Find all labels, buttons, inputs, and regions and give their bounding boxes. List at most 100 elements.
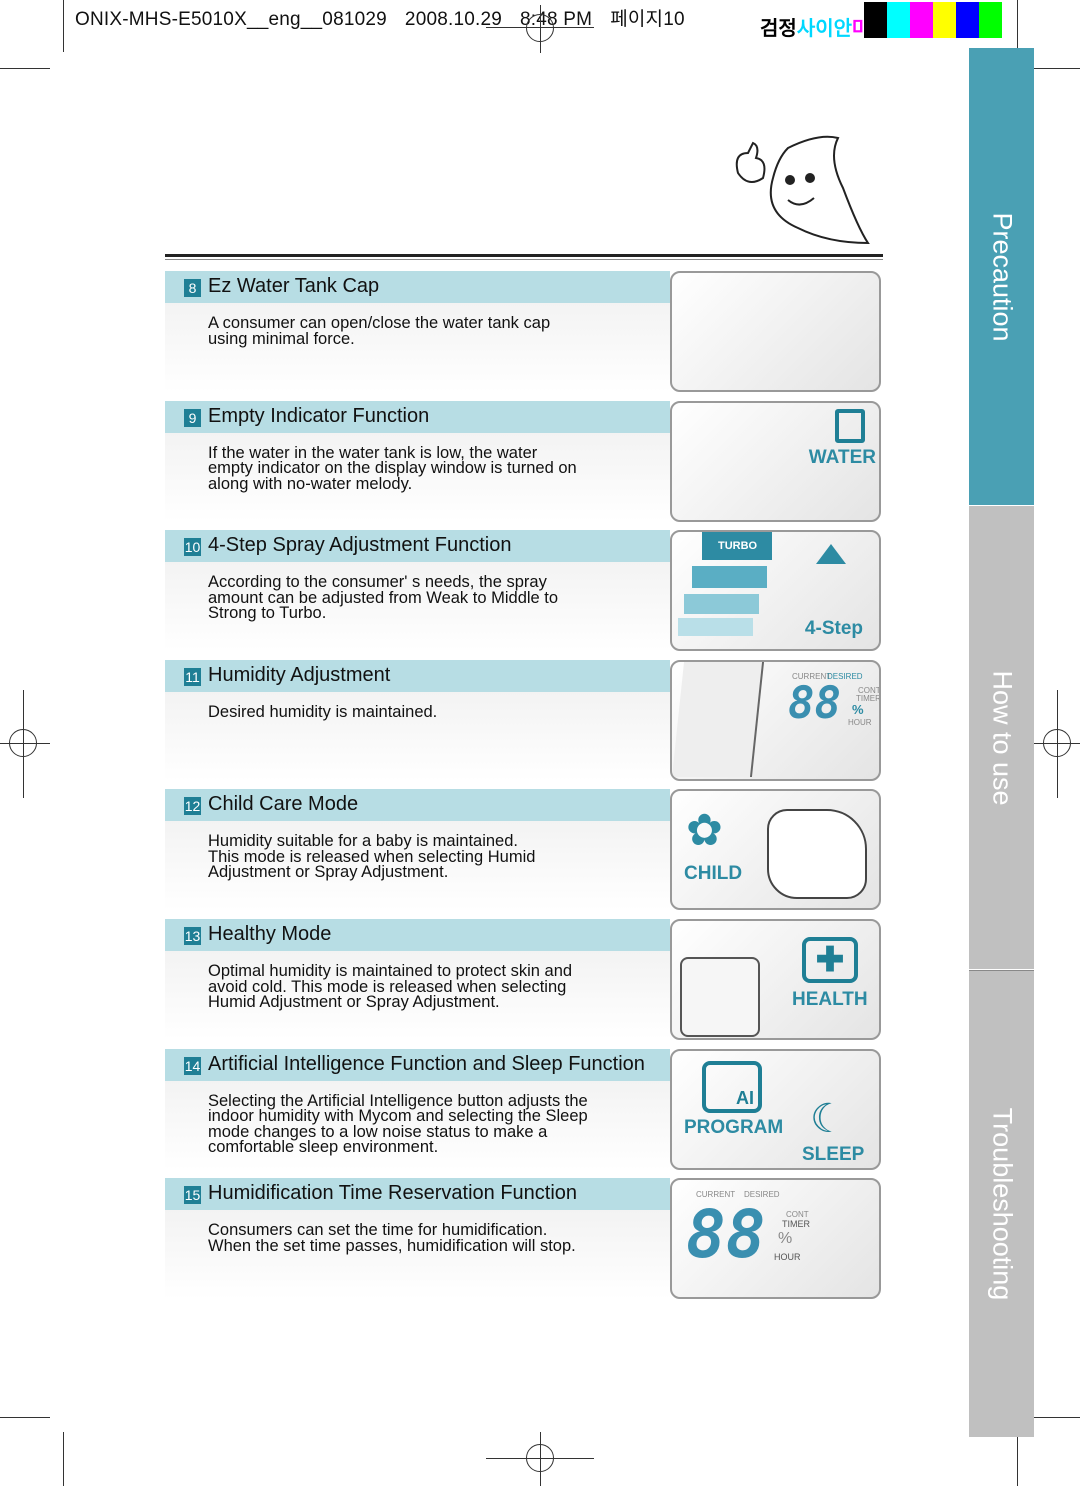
section-title: Humidification Time Reservation Function	[208, 1182, 578, 1205]
image-label: WATER	[808, 446, 876, 468]
header-rule	[165, 254, 883, 257]
crop-mark	[1030, 68, 1080, 69]
program-sleep-illustration: AI PROGRAM SLEEP ☾	[670, 1048, 881, 1170]
timer-display-illustration: CURRENT DESIRED 88 CONT TIMER% HOUR	[670, 1178, 881, 1300]
section-title: Humidity Adjustment	[208, 663, 391, 686]
control-panel-icon	[672, 661, 765, 777]
image-label: TURBO	[718, 540, 758, 553]
color-bar	[910, 2, 933, 38]
print-header: ONIX-MHS-E5010X__eng__081029 2008.10.29 8:…	[75, 4, 703, 31]
section-header: 12 Child Care Mode	[165, 789, 670, 822]
feature-section: 12 Child Care Mode Humidity suitable for a…	[165, 789, 881, 911]
description-line: Strong to Turbo.	[208, 604, 327, 623]
crop-mark	[0, 1417, 50, 1418]
image-label: HOUR	[848, 717, 872, 727]
section-description: Selecting the Artificial Intelligence bu…	[208, 1093, 658, 1157]
section-number-badge: 11	[184, 667, 201, 686]
description-line: comfortable sleep environment.	[208, 1138, 439, 1157]
tab-troubleshooting[interactable]: Troubleshooting	[969, 970, 1034, 1437]
image-label: CHILD	[684, 863, 743, 885]
section-title: Healthy Mode	[208, 923, 332, 945]
section-description: Desired humidity is maintained.	[208, 702, 658, 721]
description-line: Desired humidity is maintained.	[208, 702, 438, 721]
feature-section: 14 Artificial Intelligence Function and S…	[165, 1048, 881, 1170]
arrow-up-icon	[816, 544, 846, 565]
description-line: Humid Adjustment or Spray Adjustment.	[208, 993, 500, 1011]
section-header: 8 Ez Water Tank Cap	[165, 271, 670, 303]
tab-how-to-use[interactable]: How to use	[969, 506, 1034, 969]
section-body: Desired humidity is maintained.	[165, 691, 670, 781]
registration-mark	[526, 1444, 554, 1472]
section-number-badge: 9	[184, 408, 201, 427]
section-header: 11 Humidity Adjustment	[165, 659, 670, 692]
section-description: If the water in the water tank is low, t…	[208, 445, 658, 493]
image-label: %	[778, 1230, 793, 1248]
section-body: Selecting the Artificial Intelligence bu…	[165, 1080, 670, 1170]
tab-label: Troubleshooting	[987, 1107, 1017, 1301]
health-mode-illustration: HEALTH ✚	[670, 919, 881, 1040]
section-header: 14 Artificial Intelligence Function and S…	[165, 1048, 670, 1081]
section-body: A consumer can open/close the water tank…	[165, 303, 670, 392]
image-label: %	[852, 701, 864, 717]
bunny-pillow-icon	[767, 809, 867, 900]
crop-mark	[63, 0, 64, 52]
feature-section: 8 Ez Water Tank Cap A consumer can open/cl…	[165, 271, 881, 392]
page-label: 페이지10	[610, 9, 685, 30]
section-header: 13 Healthy Mode	[165, 919, 670, 951]
crop-mark	[63, 1432, 64, 1486]
section-description: Consumers can set the time for humidific…	[208, 1222, 658, 1255]
crop-mark	[1017, 1432, 1018, 1486]
crop-mark	[1017, 0, 1018, 52]
description-line: along with no-water melody.	[208, 474, 413, 493]
section-body: Humidity suitable for a baby is maintain…	[165, 821, 670, 911]
section-number-badge: 10	[184, 538, 201, 557]
tab-precaution[interactable]: Precaution	[969, 48, 1034, 505]
lcd-digits: 88	[788, 677, 841, 729]
image-label: AI	[736, 1087, 754, 1108]
section-title: Ez Water Tank Cap	[208, 275, 380, 297]
image-label: CONT	[786, 1210, 809, 1220]
registration-mark	[1043, 729, 1071, 757]
crop-mark	[1030, 1417, 1080, 1418]
image-label: TIMER	[782, 1219, 810, 1230]
moon-icon: ☾	[810, 1096, 846, 1141]
water-jug-icon	[835, 408, 865, 443]
spray-step-illustration: TURBO 4-Step	[670, 530, 881, 652]
section-description: Humidity suitable for a baby is maintain…	[208, 833, 658, 882]
child-mode-illustration: CHILD ✿	[670, 789, 881, 911]
section-body: Consumers can set the time for humidific…	[165, 1210, 670, 1300]
image-label: HOUR	[774, 1252, 801, 1263]
section-title: 4-Step Spray Adjustment Function	[208, 534, 512, 557]
image-label: TIMER	[856, 693, 881, 703]
description-line: Adjustment or Spray Adjustment.	[208, 863, 449, 882]
image-label: PROGRAM	[684, 1116, 784, 1138]
section-body: If the water in the water tank is low, t…	[165, 432, 670, 522]
lcd-digits: 88	[686, 1196, 766, 1274]
feature-section: 15 Humidification Time Reservation Functi…	[165, 1178, 881, 1300]
color-bar	[979, 2, 1002, 38]
file-name: ONIX-MHS-E5010X__eng__081029	[75, 9, 387, 30]
feature-section: 10 4-Step Spray Adjustment Function Accord…	[165, 530, 881, 652]
section-title: Artificial Intelligence Function and Sle…	[208, 1052, 645, 1075]
description-line: using minimal force.	[208, 329, 355, 348]
image-label: 4-Step	[804, 618, 863, 640]
image-label: HEALTH	[792, 989, 868, 1010]
feature-section: 11 Humidity Adjustment Desired humidity is…	[165, 659, 881, 781]
health-cross-icon: ✚	[802, 937, 858, 983]
section-header: 15 Humidification Time Reservation Functi…	[165, 1178, 670, 1211]
color-bar	[956, 2, 979, 38]
ai-program-icon: AI	[702, 1060, 762, 1113]
section-number-badge: 15	[184, 1186, 201, 1205]
color-bar	[887, 2, 910, 38]
description-line: When the set time passes, humidification…	[208, 1236, 576, 1255]
section-description: A consumer can open/close the water tank…	[208, 315, 658, 348]
child-icon: ✿	[686, 806, 723, 856]
water-empty-illustration: WATER	[670, 400, 881, 522]
section-description: Optimal humidity is maintained to protec…	[208, 963, 658, 1011]
section-number-badge: 12	[184, 797, 201, 816]
image-label: SLEEP	[802, 1143, 865, 1165]
section-number-badge: 8	[184, 279, 201, 297]
feature-section: 13 Healthy Mode Optimal humidity is mainta…	[165, 919, 881, 1040]
registration-mark	[526, 14, 554, 42]
water-tank-cap-illustration	[670, 271, 881, 392]
